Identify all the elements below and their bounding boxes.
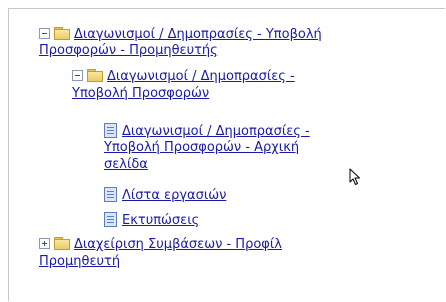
tree-node-link[interactable]: Διαγωνισμοί / Δημοπρασίες - <box>107 69 295 84</box>
tree-node-link-cont[interactable]: Υποβολή Προσφορών <box>72 86 209 101</box>
tree-leaf-task-list: Λίστα εργασιών <box>104 187 226 204</box>
tree-leaf-homepage-line3: σελίδα <box>104 157 148 173</box>
tree-leaf-link[interactable]: Εκτυπώσεις <box>122 213 199 228</box>
collapse-toggle-icon[interactable] <box>39 28 50 39</box>
document-icon <box>104 212 117 227</box>
folder-icon <box>87 69 103 82</box>
tree-node-submit-offers: Διαγωνισμοί / Δημοπρασίες - <box>72 69 295 85</box>
tree-leaf-link-cont[interactable]: Υποβολή Προσφορών - Αρχική <box>104 140 299 155</box>
mouse-pointer-icon <box>349 168 360 185</box>
tree-node-contracts: Διαχείριση Συμβάσεων - Προφίλ <box>39 237 282 253</box>
tree-node-link-cont[interactable]: Προσφορών - Προμηθευτής <box>39 43 218 58</box>
document-icon <box>104 123 117 138</box>
tree-leaf-homepage: Διαγωνισμοί / Δημοπρασίες - <box>104 123 310 140</box>
tree-leaf-printouts: Εκτυπώσεις <box>104 212 199 229</box>
folder-icon <box>54 237 70 250</box>
expand-toggle-icon[interactable] <box>39 238 50 249</box>
tree-node-submit-offers-line2: Υποβολή Προσφορών <box>72 86 209 102</box>
folder-icon <box>54 27 70 40</box>
tree-node-link[interactable]: Διαγωνισμοί / Δημοπρασίες - Υποβολή <box>74 27 322 42</box>
tree-node-link-cont[interactable]: Προμηθευτή <box>39 254 120 269</box>
tree-leaf-link-cont[interactable]: σελίδα <box>104 157 148 172</box>
tree-node-tenders-supplier: Διαγωνισμοί / Δημοπρασίες - Υποβολή <box>39 27 322 43</box>
collapse-toggle-icon[interactable] <box>72 70 83 81</box>
tree-leaf-link[interactable]: Διαγωνισμοί / Δημοπρασίες - <box>122 124 310 139</box>
tree-node-contracts-line2: Προμηθευτή <box>39 254 120 270</box>
tree-node-tenders-supplier-line2: Προσφορών - Προμηθευτής <box>39 43 218 59</box>
tree-node-link[interactable]: Διαχείριση Συμβάσεων - Προφίλ <box>74 237 282 252</box>
document-icon <box>104 187 117 202</box>
tree-leaf-link[interactable]: Λίστα εργασιών <box>122 188 226 203</box>
tree-leaf-homepage-line2: Υποβολή Προσφορών - Αρχική <box>104 140 299 156</box>
